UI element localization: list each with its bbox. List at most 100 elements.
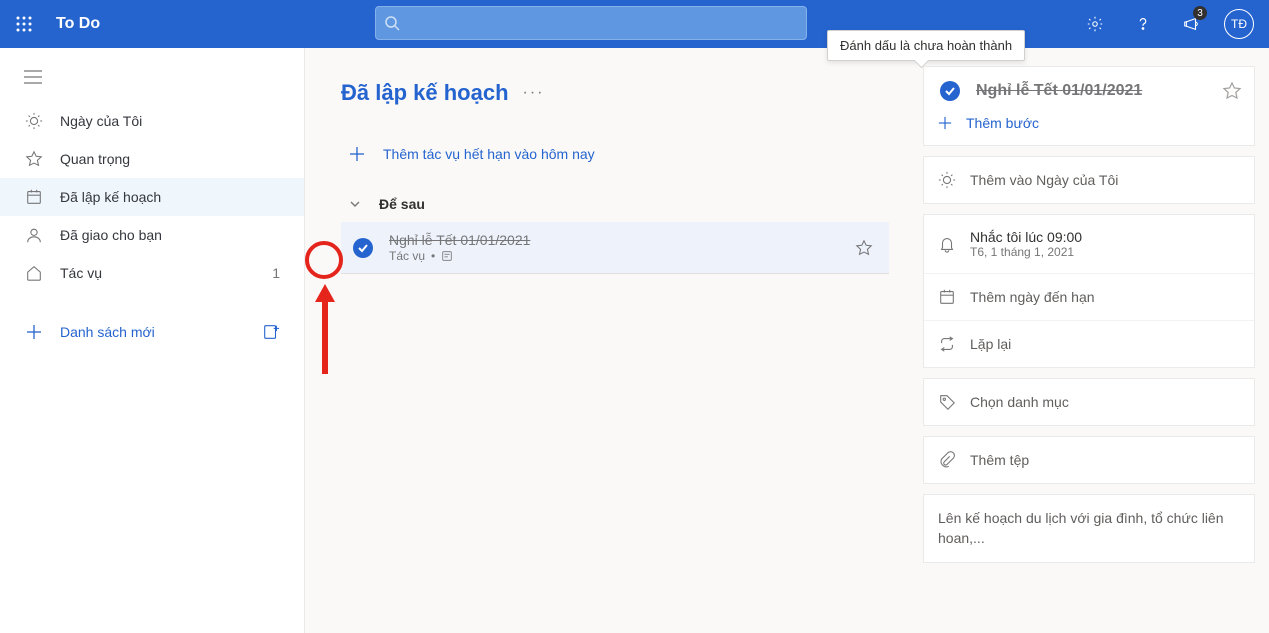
add-step-label: Thêm bước xyxy=(966,115,1039,131)
announcements-button[interactable]: 3 xyxy=(1169,0,1213,48)
reminder-text: Nhắc tôi lúc 09:00 T6, 1 tháng 1, 2021 xyxy=(970,229,1082,259)
reminder-date: T6, 1 tháng 1, 2021 xyxy=(970,245,1082,259)
home-icon xyxy=(24,264,44,282)
list-options-button[interactable]: ··· xyxy=(523,84,545,102)
tag-icon xyxy=(938,393,956,411)
bell-icon xyxy=(938,235,956,253)
sidebar-item-myday[interactable]: Ngày của Tôi xyxy=(0,102,304,140)
search-icon xyxy=(384,15,400,31)
add-step-input[interactable]: Thêm bước xyxy=(924,109,1254,145)
complete-tooltip: Đánh dấu là chưa hoàn thành xyxy=(827,30,1025,61)
sidebar-item-planned[interactable]: Đã lập kế hoạch xyxy=(0,178,304,216)
repeat-label: Lặp lại xyxy=(970,336,1011,352)
star-icon xyxy=(1222,81,1242,101)
group-header[interactable]: Để sau xyxy=(341,186,889,222)
detail-complete-toggle[interactable] xyxy=(940,81,960,101)
repeat-button[interactable]: Lặp lại xyxy=(924,320,1254,367)
plus-icon xyxy=(349,146,365,162)
hamburger-icon xyxy=(24,70,42,84)
task-body: Nghỉ lễ Tết 01/01/2021 Tác vụ • xyxy=(389,232,843,263)
sidebar-item-important[interactable]: Quan trọng xyxy=(0,140,304,178)
new-group-button[interactable] xyxy=(262,323,280,341)
help-icon xyxy=(1134,15,1152,33)
due-date-button[interactable]: Thêm ngày đến hạn xyxy=(924,273,1254,320)
note-card: Lên kế hoạch du lịch với gia đình, tổ ch… xyxy=(923,494,1255,563)
search-input[interactable] xyxy=(375,6,807,40)
calendar-icon xyxy=(24,188,44,206)
notification-badge: 3 xyxy=(1193,6,1207,20)
meta-dot: • xyxy=(431,249,435,263)
sidebar-item-label: Ngày của Tôi xyxy=(60,113,280,129)
attachment-icon xyxy=(938,451,956,469)
annotation-arrow xyxy=(313,284,337,376)
help-button[interactable] xyxy=(1121,0,1165,48)
avatar: TĐ xyxy=(1224,9,1254,39)
new-list-button[interactable]: Danh sách mới xyxy=(0,310,304,354)
add-file-button[interactable]: Thêm tệp xyxy=(924,437,1254,483)
app-brand: To Do xyxy=(48,15,100,33)
note-editor[interactable]: Lên kế hoạch du lịch với gia đình, tổ ch… xyxy=(924,495,1254,562)
app-header: To Do 3 TĐ xyxy=(0,0,1269,48)
list-header: Đã lập kế hoạch ··· xyxy=(341,80,889,106)
gear-icon xyxy=(1086,15,1104,33)
annotation-circle xyxy=(305,241,343,279)
calendar-icon xyxy=(938,288,956,306)
task-row[interactable]: Nghỉ lễ Tết 01/01/2021 Tác vụ • xyxy=(341,222,889,274)
sidebar-item-label: Đã lập kế hoạch xyxy=(60,189,280,205)
check-icon xyxy=(944,85,956,97)
note-icon xyxy=(441,250,453,262)
task-meta: Tác vụ • xyxy=(389,249,843,263)
add-file-label: Thêm tệp xyxy=(970,452,1029,468)
sidebar-item-assigned[interactable]: Đã giao cho bạn xyxy=(0,216,304,254)
repeat-icon xyxy=(938,335,956,353)
detail-panel: Nghỉ lễ Tết 01/01/2021 Thêm bước Thêm và… xyxy=(909,48,1269,633)
task-list-name: Tác vụ xyxy=(389,249,425,263)
task-title: Nghỉ lễ Tết 01/01/2021 xyxy=(389,232,843,248)
add-my-day-button[interactable]: Thêm vào Ngày của Tôi xyxy=(924,157,1254,203)
main-layout: Ngày của Tôi Quan trọng Đã lập kế hoạch … xyxy=(0,48,1269,633)
detail-header: Nghỉ lễ Tết 01/01/2021 xyxy=(924,67,1254,109)
sidebar: Ngày của Tôi Quan trọng Đã lập kế hoạch … xyxy=(0,48,305,633)
detail-title-card: Nghỉ lễ Tết 01/01/2021 Thêm bước xyxy=(923,66,1255,146)
group-label: Để sau xyxy=(379,196,425,212)
app-launcher-button[interactable] xyxy=(0,0,48,48)
file-card: Thêm tệp xyxy=(923,436,1255,484)
task-star-button[interactable] xyxy=(855,239,873,257)
star-icon xyxy=(24,150,44,168)
my-day-card: Thêm vào Ngày của Tôi xyxy=(923,156,1255,204)
star-icon xyxy=(855,239,873,257)
due-date-label: Thêm ngày đến hạn xyxy=(970,289,1095,305)
plus-icon xyxy=(24,324,44,340)
add-task-input[interactable]: Thêm tác vụ hết hạn vào hôm nay xyxy=(341,136,889,186)
check-icon xyxy=(357,242,369,254)
schedule-card: Nhắc tôi lúc 09:00 T6, 1 tháng 1, 2021 T… xyxy=(923,214,1255,368)
sidebar-item-count: 1 xyxy=(272,265,280,281)
category-button[interactable]: Chọn danh mục xyxy=(924,379,1254,425)
reminder-time: Nhắc tôi lúc 09:00 xyxy=(970,229,1082,245)
category-label: Chọn danh mục xyxy=(970,394,1069,410)
sidebar-item-label: Đã giao cho bạn xyxy=(60,227,280,243)
sidebar-toggle-button[interactable] xyxy=(0,60,304,102)
sidebar-item-label: Tác vụ xyxy=(60,265,256,281)
plus-icon xyxy=(938,116,952,130)
detail-star-button[interactable] xyxy=(1222,81,1242,101)
main-content: Đã lập kế hoạch ··· Thêm tác vụ hết hạn … xyxy=(305,48,909,633)
reminder-button[interactable]: Nhắc tôi lúc 09:00 T6, 1 tháng 1, 2021 xyxy=(924,215,1254,273)
chevron-down-icon xyxy=(349,198,361,210)
task-complete-toggle[interactable] xyxy=(353,238,373,258)
settings-button[interactable] xyxy=(1073,0,1117,48)
search-container xyxy=(375,6,807,40)
sidebar-item-label: Quan trọng xyxy=(60,151,280,167)
sun-icon xyxy=(24,112,44,130)
account-button[interactable]: TĐ xyxy=(1217,0,1261,48)
category-card: Chọn danh mục xyxy=(923,378,1255,426)
add-task-placeholder: Thêm tác vụ hết hạn vào hôm nay xyxy=(383,146,595,162)
new-list-label: Danh sách mới xyxy=(60,324,246,340)
sidebar-item-tasks[interactable]: Tác vụ 1 xyxy=(0,254,304,292)
detail-title[interactable]: Nghỉ lễ Tết 01/01/2021 xyxy=(976,82,1210,100)
new-group-icon xyxy=(262,323,280,341)
person-icon xyxy=(24,226,44,244)
header-actions: 3 TĐ xyxy=(1073,0,1261,48)
add-my-day-label: Thêm vào Ngày của Tôi xyxy=(970,172,1118,188)
list-title: Đã lập kế hoạch xyxy=(341,80,509,106)
